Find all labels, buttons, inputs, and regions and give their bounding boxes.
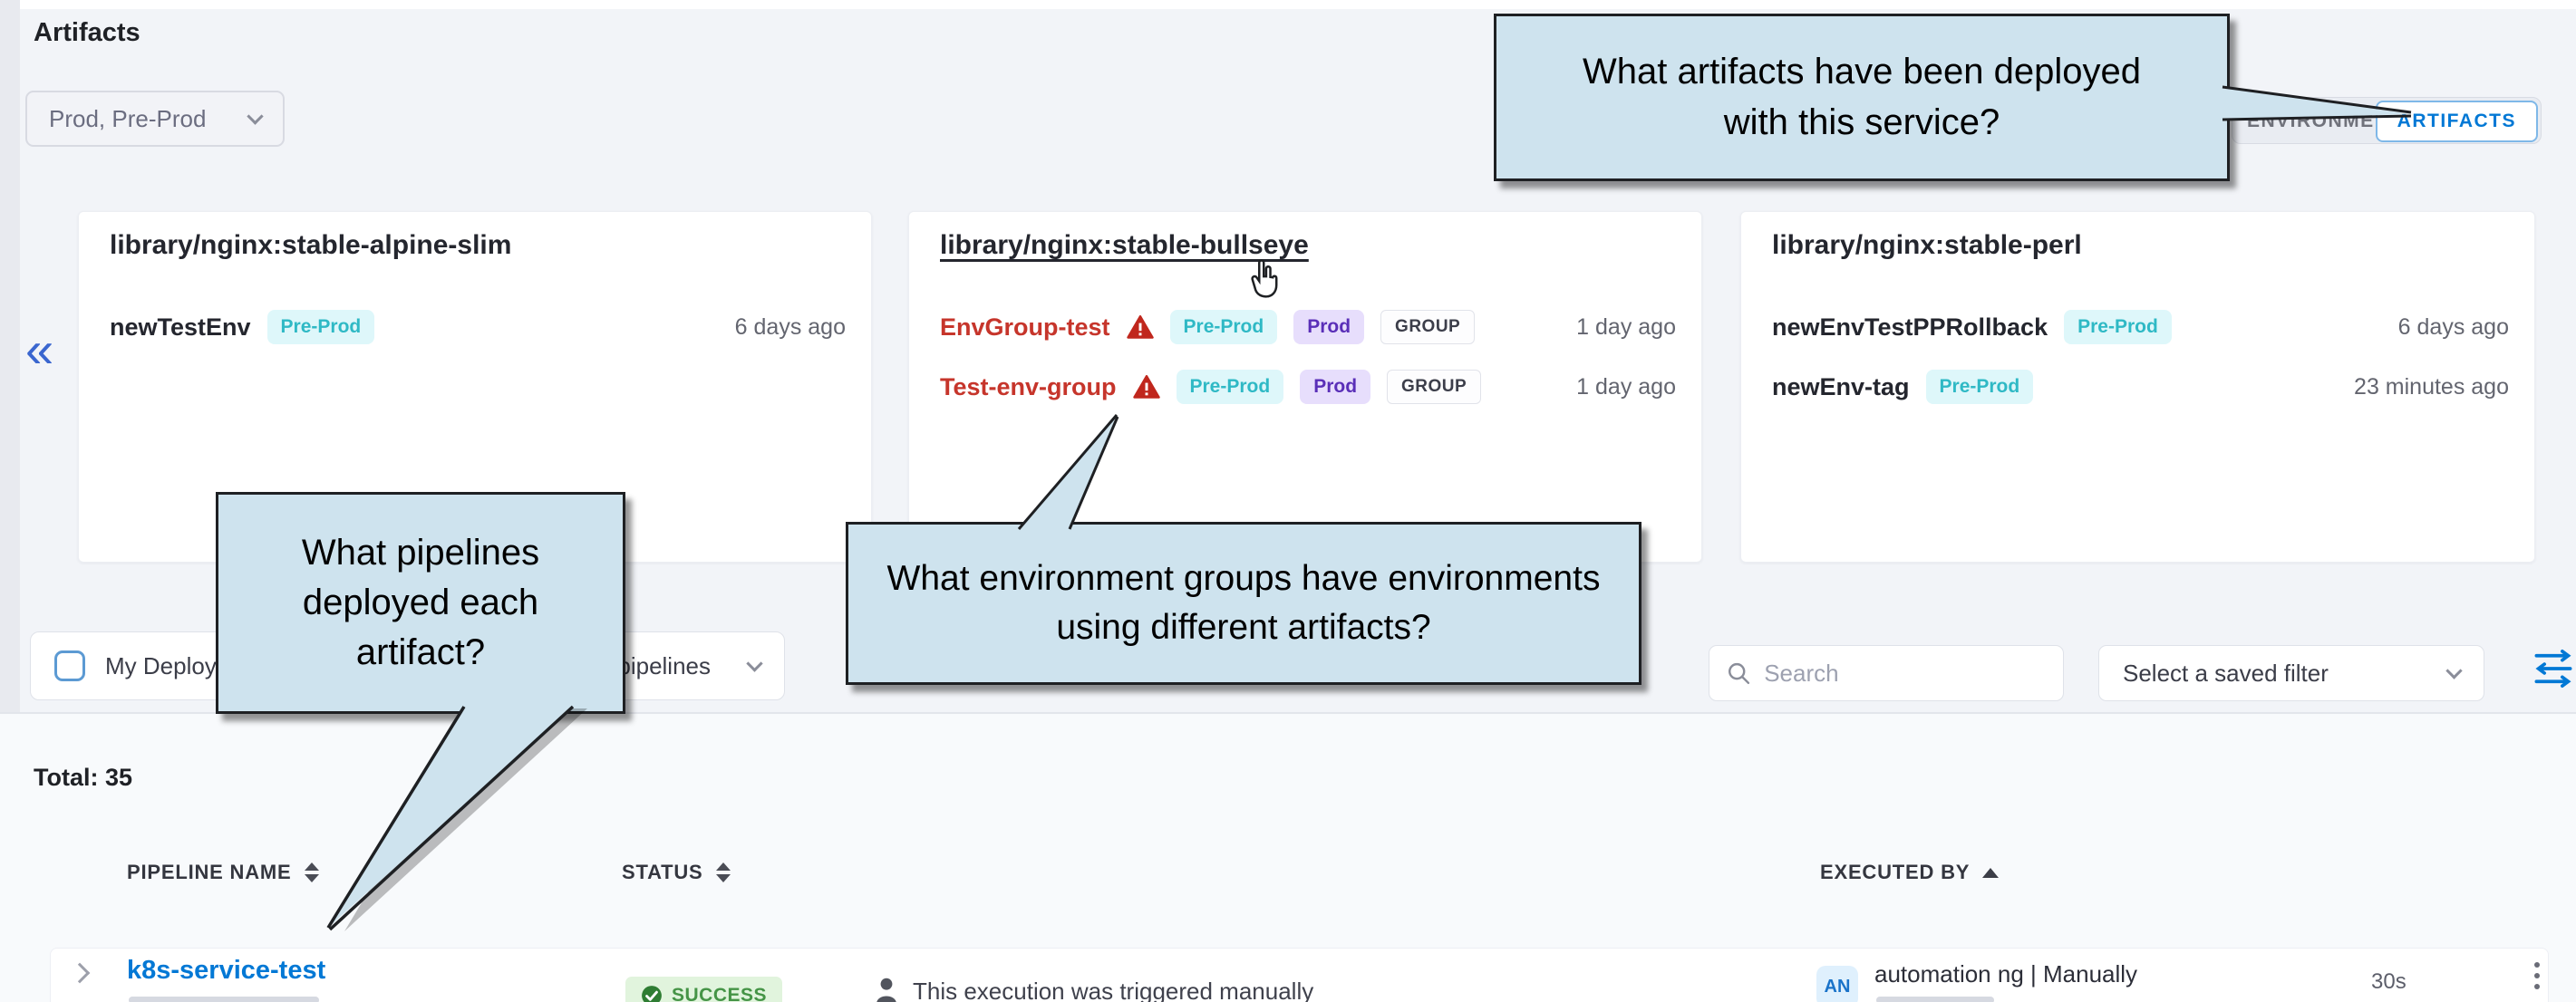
artifacts-page: Artifacts Prod, Pre-Prod ENVIRONMENTS AR… bbox=[0, 0, 2576, 1002]
status-label: SUCCESS bbox=[672, 985, 767, 1002]
trigger-info: This execution was triggered manually bbox=[873, 977, 1313, 1002]
env-type-badge: Pre-Prod bbox=[1170, 310, 1278, 344]
my-deployments-checkbox[interactable] bbox=[54, 650, 85, 681]
clipped-text-line bbox=[1876, 997, 1994, 1002]
column-header-pipeline-name[interactable]: PIPELINE NAME bbox=[127, 861, 319, 884]
env-name: newEnv-tag bbox=[1772, 373, 1910, 401]
pointer-cursor-icon bbox=[1245, 257, 1283, 299]
check-circle-icon bbox=[641, 985, 663, 1002]
env-type-badge: Pre-Prod bbox=[267, 310, 375, 344]
column-header-status[interactable]: STATUS bbox=[622, 861, 731, 884]
env-group-row: EnvGroup-test Pre-Prod Prod GROUP 1 day … bbox=[940, 310, 1676, 344]
env-type-badge: Pre-Prod bbox=[2064, 310, 2172, 344]
column-label: STATUS bbox=[622, 861, 703, 884]
env-group-link[interactable]: Test-env-group bbox=[940, 373, 1117, 401]
saved-filter-dropdown[interactable]: Select a saved filter bbox=[2098, 645, 2484, 701]
env-type-badge: Prod bbox=[1300, 370, 1370, 404]
env-type-badge: Pre-Prod bbox=[1926, 370, 2034, 404]
search-box bbox=[1709, 645, 2064, 701]
warning-icon bbox=[1133, 375, 1160, 400]
sort-ascending-icon bbox=[1982, 868, 1999, 878]
executed-by-text: automation ng | Manually bbox=[1874, 960, 2137, 988]
clipped-text-line bbox=[129, 997, 319, 1002]
env-name: newEnvTestPPRollback bbox=[1772, 313, 2048, 342]
env-name: newTestEnv bbox=[110, 313, 251, 342]
search-input[interactable] bbox=[1764, 660, 2047, 688]
sort-icon bbox=[305, 862, 319, 882]
warning-icon bbox=[1127, 315, 1154, 340]
deploy-time: 23 minutes ago bbox=[2354, 374, 2509, 400]
chevron-down-icon bbox=[2445, 662, 2462, 679]
trigger-note: This execution was triggered manually bbox=[913, 978, 1313, 1002]
artifact-title: library/nginx:stable-perl bbox=[1772, 230, 2082, 261]
view-toggle: ENVIRONMENTS ARTIFACTS bbox=[2232, 97, 2542, 144]
page-title: Artifacts bbox=[34, 18, 140, 48]
person-icon bbox=[873, 977, 900, 1002]
avatar: AN bbox=[1816, 966, 1858, 1002]
env-scope-value: Prod, Pre-Prod bbox=[49, 105, 226, 133]
column-label: EXECUTED BY bbox=[1820, 861, 1970, 884]
deploy-time: 6 days ago bbox=[2398, 314, 2509, 341]
env-scope-dropdown[interactable]: Prod, Pre-Prod bbox=[25, 91, 285, 147]
env-type-badge: Prod bbox=[1293, 310, 1364, 344]
deploy-time: 1 day ago bbox=[1576, 314, 1676, 341]
saved-filter-value: Select a saved filter bbox=[2123, 660, 2430, 688]
env-row: newTestEnv Pre-Prod 6 days ago bbox=[110, 310, 846, 344]
callout-pipelines-question: What pipelines deployed each artifact? bbox=[216, 492, 625, 714]
status-badge: SUCCESS bbox=[625, 977, 782, 1002]
collapse-panel-icon[interactable]: « bbox=[25, 324, 53, 375]
group-badge: GROUP bbox=[1380, 310, 1475, 344]
duration-text: 30s bbox=[2371, 969, 2407, 995]
callout-env-groups-question: What environment groups have environment… bbox=[846, 522, 1641, 685]
callout-artifacts-question: What artifacts have been deployed with t… bbox=[1494, 14, 2230, 181]
sort-icon bbox=[716, 862, 731, 882]
pipeline-link[interactable]: k8s-service-test bbox=[127, 956, 325, 986]
top-divider bbox=[0, 0, 2576, 9]
filter-settings-icon[interactable] bbox=[2532, 649, 2574, 689]
artifact-card: library/nginx:stable-bullseye EnvGroup-t… bbox=[908, 211, 1702, 563]
artifact-title-link[interactable]: library/nginx:stable-bullseye bbox=[940, 230, 1309, 261]
chevron-down-icon bbox=[746, 655, 762, 671]
env-group-link[interactable]: EnvGroup-test bbox=[940, 313, 1110, 342]
search-icon bbox=[1726, 659, 1751, 688]
tab-artifacts[interactable]: ARTIFACTS bbox=[2376, 101, 2538, 142]
env-type-badge: Pre-Prod bbox=[1177, 370, 1284, 404]
env-group-row: Test-env-group Pre-Prod Prod GROUP 1 day… bbox=[940, 370, 1676, 404]
row-menu-icon[interactable] bbox=[2534, 962, 2540, 989]
artifact-card: library/nginx:stable-perl newEnvTestPPRo… bbox=[1740, 211, 2535, 563]
env-row: newEnv-tag Pre-Prod 23 minutes ago bbox=[1772, 370, 2509, 404]
chevron-down-icon bbox=[247, 108, 263, 124]
column-label: PIPELINE NAME bbox=[127, 861, 292, 884]
total-count: Total: 35 bbox=[34, 764, 132, 792]
artifact-title: library/nginx:stable-alpine-slim bbox=[110, 230, 511, 261]
column-header-executed-by[interactable]: EXECUTED BY bbox=[1820, 861, 1999, 884]
group-badge: GROUP bbox=[1387, 370, 1481, 404]
deploy-time: 1 day ago bbox=[1576, 374, 1676, 400]
env-row: newEnvTestPPRollback Pre-Prod 6 days ago bbox=[1772, 310, 2509, 344]
deploy-time: 6 days ago bbox=[735, 314, 846, 341]
